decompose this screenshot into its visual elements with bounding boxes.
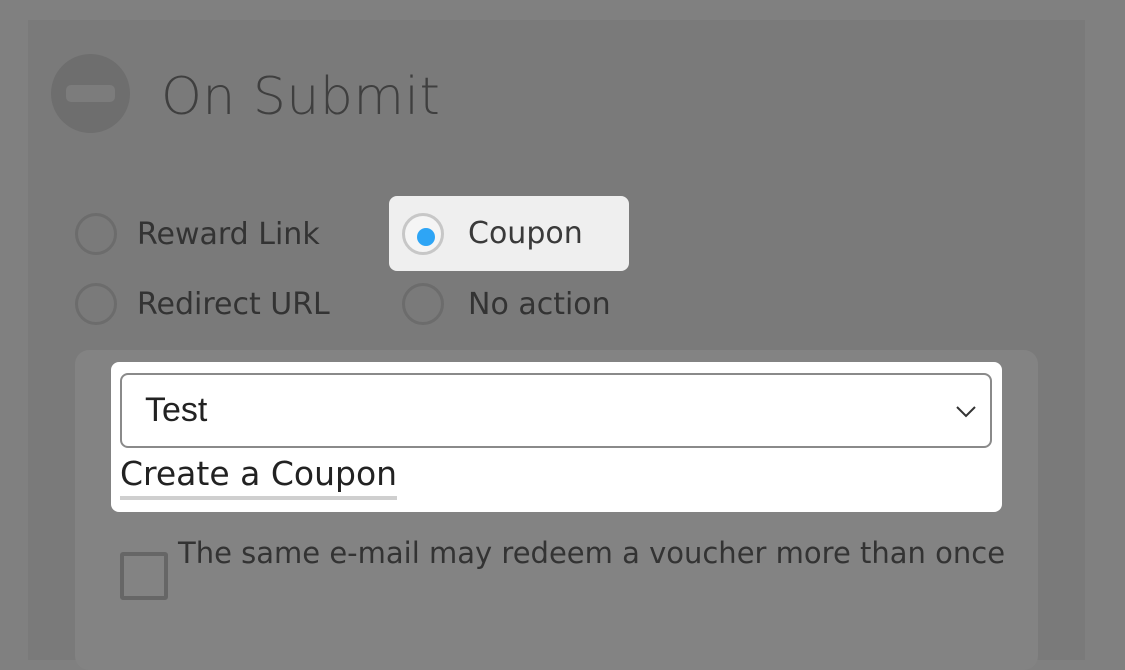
option-label: No action <box>468 286 611 322</box>
redeem-multiple-checkbox[interactable] <box>120 552 168 600</box>
coupon-select-value: Test <box>145 391 208 429</box>
option-no-action[interactable]: No action <box>402 274 611 334</box>
minus-circle-icon <box>66 85 115 102</box>
radio-redirect-url[interactable] <box>75 283 117 325</box>
option-label: Coupon <box>468 216 583 251</box>
redeem-multiple-label: The same e-mail may redeem a voucher mor… <box>178 536 1006 570</box>
option-reward-link[interactable]: Reward Link <box>75 204 320 264</box>
chevron-down-icon <box>956 406 976 418</box>
radio-reward-link[interactable] <box>75 213 117 255</box>
collapse-section-button[interactable] <box>51 54 130 133</box>
option-redirect-url[interactable]: Redirect URL <box>75 274 330 334</box>
radio-selected-dot <box>417 227 435 246</box>
option-coupon[interactable]: Coupon <box>389 196 629 271</box>
radio-no-action[interactable] <box>402 283 444 325</box>
option-label: Redirect URL <box>137 286 330 322</box>
section-title: On Submit <box>161 67 441 127</box>
radio-coupon[interactable] <box>402 212 444 255</box>
coupon-select[interactable]: Test <box>120 373 992 448</box>
option-label: Reward Link <box>137 216 320 252</box>
create-coupon-link[interactable]: Create a Coupon <box>120 452 398 500</box>
coupon-selector-box: Test Create a Coupon <box>111 362 1002 512</box>
